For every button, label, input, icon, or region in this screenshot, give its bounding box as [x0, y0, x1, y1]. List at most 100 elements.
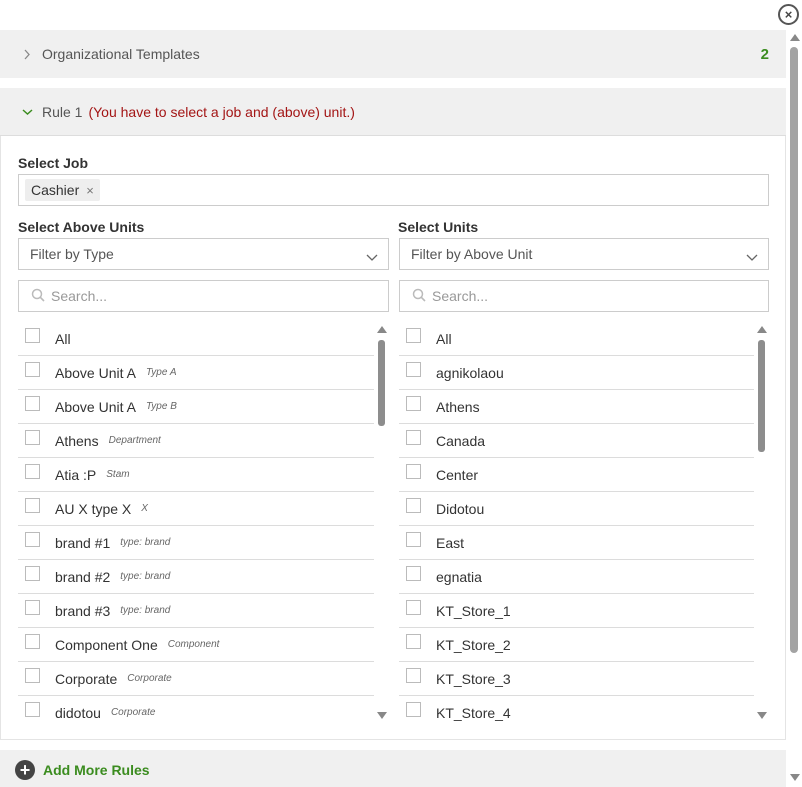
above-units-type-filter[interactable]: Filter by Type — [18, 238, 389, 270]
rule-warning: (You have to select a job and (above) un… — [88, 103, 355, 120]
list-item[interactable]: Athens — [399, 390, 754, 424]
list-item[interactable]: KT_Store_1 — [399, 594, 754, 628]
list-item-label: All — [436, 330, 452, 347]
list-item-label: brand #2 — [55, 568, 111, 585]
checkbox[interactable] — [25, 328, 40, 343]
select-above-units-label: Select Above Units — [18, 219, 145, 235]
checkbox[interactable] — [406, 566, 421, 581]
add-more-rules-button[interactable]: + Add More Rules — [0, 750, 786, 787]
list-item[interactable]: AU X type X X — [18, 492, 374, 526]
checkbox[interactable] — [406, 396, 421, 411]
list-item-label: Corporate — [55, 670, 118, 687]
checkbox[interactable] — [406, 328, 421, 343]
checkbox[interactable] — [25, 634, 40, 649]
chevron-down-icon — [746, 249, 758, 265]
scroll-up-arrow-icon[interactable] — [790, 34, 800, 41]
list-item-label: Athens — [55, 432, 99, 449]
select-units-label: Select Units — [398, 219, 479, 235]
checkbox[interactable] — [406, 362, 421, 377]
list-item-label: All — [55, 330, 71, 347]
list-item[interactable]: Didotou — [399, 492, 754, 526]
checkbox[interactable] — [406, 498, 421, 513]
checkbox[interactable] — [25, 362, 40, 377]
list-item-label: agnikolaou — [436, 364, 504, 381]
page-scrollbar-thumb[interactable] — [790, 47, 798, 653]
checkbox[interactable] — [406, 668, 421, 683]
add-more-rules-label: Add More Rules — [43, 762, 150, 778]
units-filter-text: Filter by Above Unit — [411, 246, 533, 262]
above-units-scrollbar[interactable] — [376, 326, 388, 719]
checkbox[interactable] — [406, 532, 421, 547]
list-item[interactable]: KT_Store_4 — [399, 696, 754, 722]
list-item[interactable]: Center — [399, 458, 754, 492]
remove-tag-icon[interactable]: × — [86, 183, 94, 198]
checkbox[interactable] — [25, 566, 40, 581]
list-item-label: Athens — [436, 398, 480, 415]
list-item[interactable]: All — [18, 322, 374, 356]
list-item-label: Atia :P — [55, 466, 97, 483]
list-item[interactable]: brand #3 type: brand — [18, 594, 374, 628]
units-scrollbar[interactable] — [756, 326, 768, 719]
checkbox[interactable] — [406, 430, 421, 445]
close-button[interactable]: × — [778, 4, 799, 25]
checkbox[interactable] — [25, 464, 40, 479]
job-tag: Cashier × — [25, 179, 100, 201]
checkbox[interactable] — [25, 430, 40, 445]
checkbox[interactable] — [25, 702, 40, 717]
checkbox[interactable] — [25, 396, 40, 411]
job-input[interactable]: Cashier × — [18, 174, 769, 206]
checkbox[interactable] — [406, 600, 421, 615]
units-scrollbar-thumb[interactable] — [758, 340, 765, 452]
list-item[interactable]: Corporate Corporate — [18, 662, 374, 696]
list-item[interactable]: agnikolaou — [399, 356, 754, 390]
list-item[interactable]: Above Unit A Type A — [18, 356, 374, 390]
list-item-label: KT_Store_1 — [436, 602, 511, 619]
checkbox[interactable] — [25, 600, 40, 615]
list-item-label: Didotou — [436, 500, 485, 517]
above-units-filter-text: Filter by Type — [30, 246, 114, 262]
scroll-down-arrow-icon[interactable] — [377, 712, 387, 719]
list-item[interactable]: egnatia — [399, 560, 754, 594]
list-item[interactable]: KT_Store_2 — [399, 628, 754, 662]
list-item-type: Corporate — [110, 707, 156, 718]
above-units-scrollbar-thumb[interactable] — [378, 340, 385, 426]
above-units-search-placeholder: Search... — [51, 288, 108, 304]
list-item[interactable]: brand #1 type: brand — [18, 526, 374, 560]
units-above-unit-filter[interactable]: Filter by Above Unit — [399, 238, 769, 270]
scroll-down-arrow-icon[interactable] — [790, 774, 800, 781]
list-item[interactable]: Component One Component — [18, 628, 374, 662]
chevron-down-icon — [20, 108, 34, 116]
list-item[interactable]: didotou Corporate — [18, 696, 374, 722]
chevron-down-icon — [366, 249, 378, 265]
checkbox[interactable] — [406, 702, 421, 717]
scroll-up-arrow-icon[interactable] — [757, 326, 767, 333]
list-item[interactable]: Above Unit A Type B — [18, 390, 374, 424]
list-item-label: East — [436, 534, 465, 551]
list-item[interactable]: Athens Department — [18, 424, 374, 458]
scroll-down-arrow-icon[interactable] — [757, 712, 767, 719]
chevron-right-icon — [20, 49, 34, 60]
checkbox[interactable] — [406, 464, 421, 479]
checkbox[interactable] — [25, 498, 40, 513]
list-item[interactable]: Canada — [399, 424, 754, 458]
scroll-up-arrow-icon[interactable] — [377, 326, 387, 333]
checkbox[interactable] — [406, 634, 421, 649]
list-item[interactable]: brand #2 type: brand — [18, 560, 374, 594]
rule-header[interactable]: Rule 1 (You have to select a job and (ab… — [0, 88, 786, 136]
list-item-type: type: brand — [120, 537, 171, 548]
org-templates-title: Organizational Templates — [42, 46, 200, 62]
checkbox[interactable] — [25, 532, 40, 547]
org-templates-header[interactable]: Organizational Templates 2 — [0, 30, 786, 78]
list-item[interactable]: KT_Store_3 — [399, 662, 754, 696]
list-item[interactable]: All — [399, 322, 754, 356]
units-search-input[interactable]: Search... — [399, 280, 769, 312]
above-units-search-input[interactable]: Search... — [18, 280, 389, 312]
page-scrollbar[interactable] — [787, 30, 802, 787]
job-tag-label: Cashier — [31, 182, 80, 198]
list-item-type: type: brand — [120, 571, 171, 582]
list-item[interactable]: East — [399, 526, 754, 560]
list-item[interactable]: Atia :P Stam — [18, 458, 374, 492]
checkbox[interactable] — [25, 668, 40, 683]
list-item-label: AU X type X — [55, 500, 132, 517]
list-item-type: Department — [108, 435, 161, 446]
